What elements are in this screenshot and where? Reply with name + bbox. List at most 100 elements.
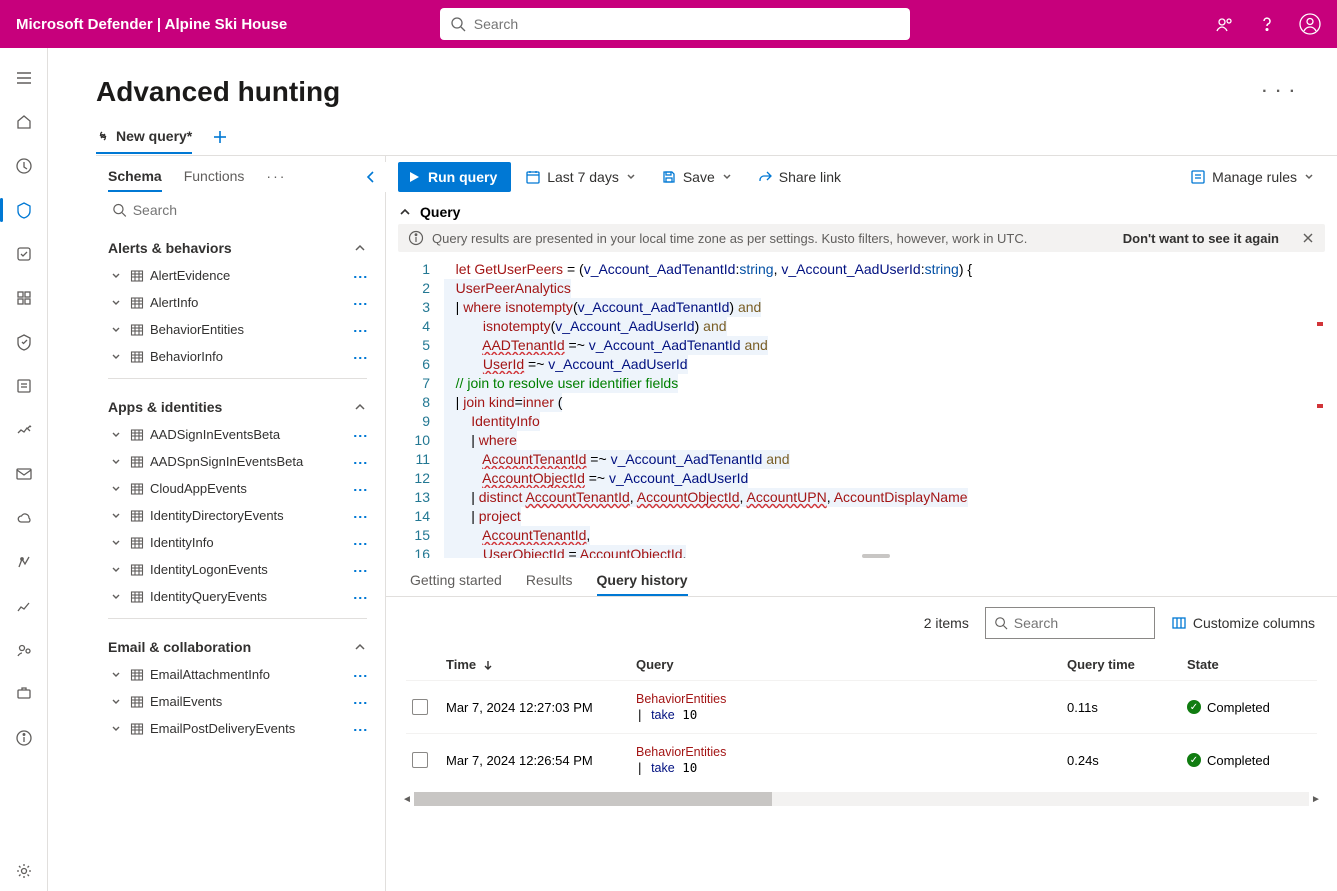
tab-query-history[interactable]: Query history xyxy=(597,566,688,596)
nav-threat[interactable] xyxy=(0,278,48,318)
customize-columns-button[interactable]: Customize columns xyxy=(1171,615,1315,631)
schema-table-aadspnsignineventsbeta[interactable]: AADSpnSignInEventsBeta⋮ xyxy=(96,448,379,475)
scroll-right-icon[interactable]: ► xyxy=(1309,794,1323,805)
history-search[interactable] xyxy=(985,607,1155,639)
query-section-toggle[interactable]: Query xyxy=(386,198,1337,224)
history-row[interactable]: Mar 7, 2024 12:26:54 PMBehaviorEntities|… xyxy=(406,733,1317,786)
chevron-down-icon[interactable] xyxy=(108,669,124,681)
resize-handle[interactable] xyxy=(862,554,890,558)
run-query-button[interactable]: Run query xyxy=(398,162,511,192)
schema-item-more[interactable]: ⋮ xyxy=(349,456,373,468)
nav-reports[interactable] xyxy=(0,586,48,626)
schema-item-more[interactable]: ⋮ xyxy=(349,483,373,495)
banner-dismiss-button[interactable]: Don't want to see it again xyxy=(1123,231,1279,246)
schema-table-identityinfo[interactable]: IdentityInfo⋮ xyxy=(96,529,379,556)
nav-info[interactable] xyxy=(0,718,48,758)
schema-search-input[interactable] xyxy=(133,202,369,218)
nav-config[interactable] xyxy=(0,542,48,582)
add-tab-button[interactable] xyxy=(212,129,228,153)
chevron-down-icon[interactable] xyxy=(108,723,124,735)
schema-tabs-more[interactable]: ··· xyxy=(266,162,286,192)
nav-cloud[interactable] xyxy=(0,498,48,538)
chevron-down-icon[interactable] xyxy=(108,270,124,282)
schema-table-identitylogonevents[interactable]: IdentityLogonEvents⋮ xyxy=(96,556,379,583)
collapse-schema-button[interactable] xyxy=(356,162,386,192)
chevron-down-icon[interactable] xyxy=(108,351,124,363)
schema-table-behaviorentities[interactable]: BehaviorEntities⋮ xyxy=(96,316,379,343)
help-icon[interactable] xyxy=(1257,14,1277,34)
schema-item-more[interactable]: ⋮ xyxy=(349,429,373,441)
chevron-down-icon[interactable] xyxy=(108,696,124,708)
schema-item-more[interactable]: ⋮ xyxy=(349,270,373,282)
chevron-down-icon[interactable] xyxy=(108,564,124,576)
chevron-down-icon[interactable] xyxy=(108,297,124,309)
banner-close-button[interactable] xyxy=(1301,231,1315,245)
schema-table-alertevidence[interactable]: AlertEvidence⋮ xyxy=(96,262,379,289)
col-time[interactable]: Time xyxy=(446,657,636,672)
account-icon[interactable] xyxy=(1299,13,1321,35)
schema-search[interactable] xyxy=(106,198,375,222)
schema-item-more[interactable]: ⋮ xyxy=(349,564,373,576)
chevron-down-icon[interactable] xyxy=(108,456,124,468)
nav-learning[interactable] xyxy=(0,366,48,406)
nav-incidents[interactable] xyxy=(0,146,48,186)
schema-group-alerts-behaviors[interactable]: Alerts & behaviors xyxy=(96,228,379,262)
nav-partners[interactable] xyxy=(0,410,48,450)
schema-item-more[interactable]: ⋮ xyxy=(349,351,373,363)
col-query-time[interactable]: Query time xyxy=(1067,657,1187,672)
schema-table-emailevents[interactable]: EmailEvents⋮ xyxy=(96,688,379,715)
schema-item-more[interactable]: ⋮ xyxy=(349,537,373,549)
horizontal-scrollbar[interactable]: ◄ ► xyxy=(400,792,1323,806)
chevron-down-icon[interactable] xyxy=(108,591,124,603)
nav-identities[interactable] xyxy=(0,630,48,670)
nav-assets[interactable] xyxy=(0,674,48,714)
community-icon[interactable] xyxy=(1215,14,1235,34)
schema-item-more[interactable]: ⋮ xyxy=(349,324,373,336)
schema-item-more[interactable]: ⋮ xyxy=(349,297,373,309)
global-search-input[interactable] xyxy=(474,16,900,32)
chevron-down-icon[interactable] xyxy=(108,510,124,522)
row-checkbox[interactable] xyxy=(412,699,428,715)
schema-table-alertinfo[interactable]: AlertInfo⋮ xyxy=(96,289,379,316)
nav-settings[interactable] xyxy=(0,851,48,891)
schema-group-email-collaboration[interactable]: Email & collaboration xyxy=(96,627,379,661)
row-checkbox[interactable] xyxy=(412,752,428,768)
chevron-down-icon[interactable] xyxy=(108,324,124,336)
schema-item-more[interactable]: ⋮ xyxy=(349,669,373,681)
schema-table-behaviorinfo[interactable]: BehaviorInfo⋮ xyxy=(96,343,379,370)
nav-email[interactable] xyxy=(0,454,48,494)
schema-table-cloudappevents[interactable]: CloudAppEvents⋮ xyxy=(96,475,379,502)
chevron-down-icon[interactable] xyxy=(108,537,124,549)
col-query[interactable]: Query xyxy=(636,657,1067,672)
schema-table-identitydirectoryevents[interactable]: IdentityDirectoryEvents⋮ xyxy=(96,502,379,529)
scroll-left-icon[interactable]: ◄ xyxy=(400,794,414,805)
chevron-down-icon[interactable] xyxy=(108,483,124,495)
schema-item-more[interactable]: ⋮ xyxy=(349,591,373,603)
chevron-down-icon[interactable] xyxy=(108,429,124,441)
tab-new-query[interactable]: New query* xyxy=(96,128,192,154)
nav-home[interactable] xyxy=(0,102,48,142)
query-editor[interactable]: 1 let GetUserPeers = (v_Account_AadTenan… xyxy=(398,256,1325,558)
save-button[interactable]: Save xyxy=(651,165,743,189)
schema-table-emailattachmentinfo[interactable]: EmailAttachmentInfo⋮ xyxy=(96,661,379,688)
nav-actions[interactable] xyxy=(0,234,48,274)
tab-results[interactable]: Results xyxy=(526,566,573,596)
global-search[interactable] xyxy=(440,8,910,40)
schema-item-more[interactable]: ⋮ xyxy=(349,510,373,522)
schema-table-emailpostdeliveryevents[interactable]: EmailPostDeliveryEvents⋮ xyxy=(96,715,379,742)
schema-item-more[interactable]: ⋮ xyxy=(349,696,373,708)
share-link-button[interactable]: Share link xyxy=(747,165,851,189)
nav-secure[interactable] xyxy=(0,322,48,362)
schema-table-identityqueryevents[interactable]: IdentityQueryEvents⋮ xyxy=(96,583,379,610)
time-range-picker[interactable]: Last 7 days xyxy=(515,165,647,189)
history-search-input[interactable] xyxy=(1014,615,1146,631)
tab-getting-started[interactable]: Getting started xyxy=(410,566,502,596)
tab-functions[interactable]: Functions xyxy=(184,162,245,192)
schema-group-apps-identities[interactable]: Apps & identities xyxy=(96,387,379,421)
schema-item-more[interactable]: ⋮ xyxy=(349,723,373,735)
schema-table-aadsignineventsbeta[interactable]: AADSignInEventsBeta⋮ xyxy=(96,421,379,448)
history-row[interactable]: Mar 7, 2024 12:27:03 PMBehaviorEntities|… xyxy=(406,680,1317,733)
col-state[interactable]: State xyxy=(1187,657,1317,672)
nav-hamburger[interactable] xyxy=(0,58,48,98)
nav-hunting[interactable] xyxy=(0,190,48,230)
